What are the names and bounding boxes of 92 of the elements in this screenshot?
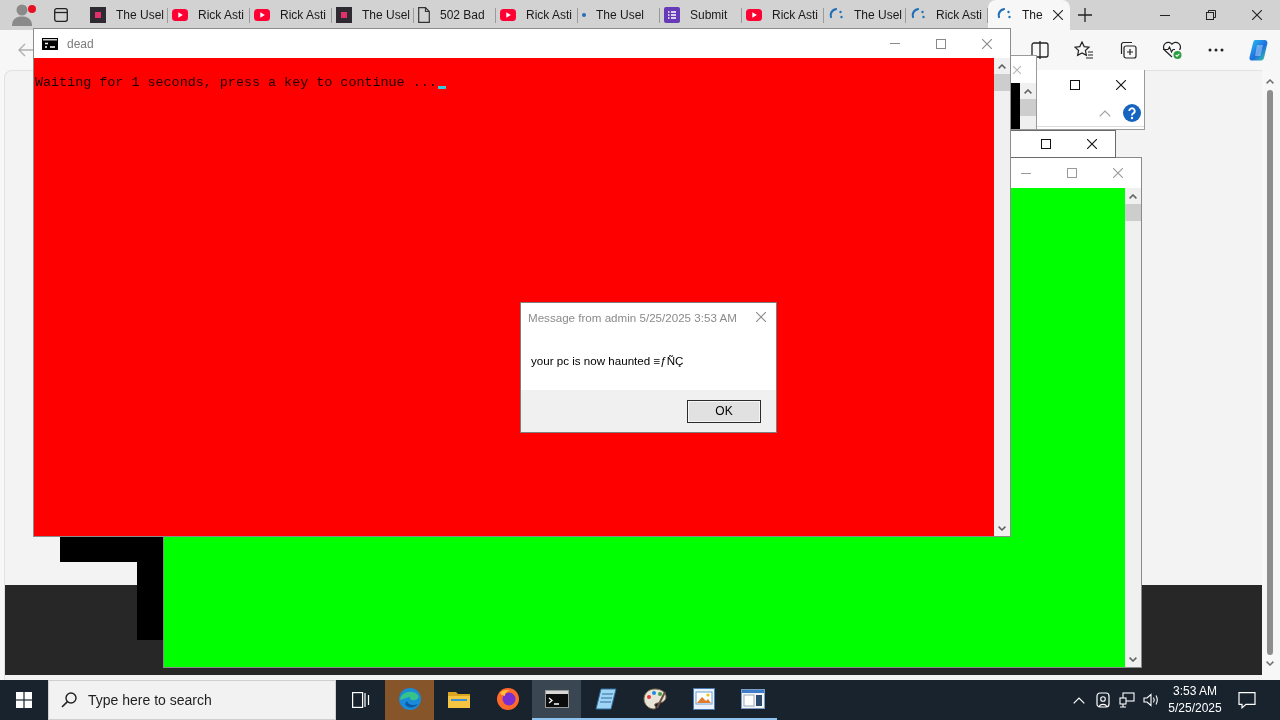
chevron-up-icon <box>1099 109 1111 117</box>
notification-dot-icon <box>28 5 36 13</box>
device-icon <box>1096 692 1110 708</box>
app-window-icon <box>740 689 765 709</box>
close-icon <box>982 38 992 49</box>
caret-down-icon <box>1129 657 1137 662</box>
star-list-icon <box>1074 41 1094 59</box>
scrollbar-thumb[interactable] <box>1125 204 1141 221</box>
browser-tab[interactable]: The Usel <box>578 0 660 30</box>
chevron-up-icon <box>1073 696 1085 704</box>
folder-icon <box>447 690 470 708</box>
scrollbar-thumb[interactable] <box>1267 90 1273 655</box>
dot-icon <box>582 13 586 17</box>
maximize-icon <box>936 38 946 49</box>
square-logo-icon <box>90 7 106 23</box>
play-icon <box>746 9 762 21</box>
ok-button[interactable]: OK <box>687 399 761 423</box>
close-icon <box>1252 10 1262 20</box>
scrollbar-thumb[interactable] <box>994 74 1010 91</box>
browser-tab[interactable]: 502 Bad <box>414 0 496 30</box>
close-icon <box>1013 65 1021 74</box>
browser-tab[interactable]: The Usel <box>824 0 906 30</box>
browser-tab[interactable]: Rick Asti <box>906 0 988 30</box>
browser-tab[interactable]: The Usel <box>332 0 414 30</box>
scrollbar[interactable] <box>1125 188 1141 667</box>
dialog-title: Message from admin 5/25/2025 3:53 AM <box>528 310 737 324</box>
close-icon <box>756 312 766 322</box>
caret-up-icon <box>1266 79 1274 84</box>
minimize-icon <box>890 43 900 44</box>
notepad-icon <box>594 688 617 710</box>
scrollbar[interactable] <box>994 58 1010 536</box>
browser-tab[interactable]: Rick Asti <box>496 0 578 30</box>
windows-logo-icon <box>16 692 32 708</box>
play-icon <box>254 9 270 21</box>
window-content <box>1011 83 1020 129</box>
window-icon <box>54 8 68 22</box>
palette-icon <box>642 688 667 710</box>
person-silhouette-icon <box>12 4 32 26</box>
document-icon <box>418 7 430 23</box>
speaker-icon <box>1142 693 1160 707</box>
task-view-icon <box>351 692 370 708</box>
taskbar-app-button[interactable] <box>532 680 581 720</box>
back-arrow-icon <box>18 43 33 57</box>
browser-icon <box>397 687 422 711</box>
caret-up-icon <box>1129 194 1137 199</box>
caret-up-icon <box>1024 89 1032 94</box>
heart-pulse-icon <box>1162 41 1182 59</box>
notification-icon <box>1238 691 1256 709</box>
picture-icon <box>692 688 715 710</box>
console-icon <box>42 37 58 50</box>
minimize-icon <box>1021 172 1031 174</box>
close-icon <box>1116 80 1126 90</box>
maximize-icon <box>1041 139 1051 149</box>
window-title: dead <box>67 36 94 51</box>
caret-down-icon <box>1266 661 1274 666</box>
browser-tab[interactable]: Submit <box>660 0 742 30</box>
caret-up-icon <box>998 64 1006 69</box>
clock-time: 3:53 AM <box>1173 683 1217 700</box>
maximize-icon <box>1067 168 1077 178</box>
more-icon <box>1208 48 1224 52</box>
console-output: Waiting for 1 seconds, press a key to continue ... <box>35 75 437 91</box>
maximize-icon <box>1070 80 1080 90</box>
browser-tab[interactable]: Rick Asti <box>250 0 332 30</box>
play-icon <box>500 9 516 21</box>
scrollbar-thumb[interactable] <box>1020 99 1036 116</box>
browser-tab[interactable]: Rick Asti <box>168 0 250 30</box>
close-icon <box>1053 10 1064 20</box>
browser-tab[interactable]: The <box>988 0 1070 30</box>
close-icon <box>1113 168 1123 178</box>
scrollbar[interactable] <box>1020 83 1036 129</box>
restore-icon <box>1206 10 1216 20</box>
browser-icon <box>495 687 520 711</box>
close-icon <box>1087 139 1097 149</box>
search-field[interactable]: Type here to search <box>48 680 336 720</box>
minimize-icon <box>1160 14 1170 16</box>
network-icon <box>1119 692 1135 708</box>
search-icon <box>61 692 77 708</box>
square-logo-icon <box>336 7 352 23</box>
caret-down-icon <box>998 526 1006 531</box>
terminal-icon <box>544 690 569 708</box>
play-icon <box>172 9 188 21</box>
dialog-message: your pc is now haunted ≡ƒÑÇ <box>531 354 684 367</box>
split-screen-icon <box>1031 41 1049 59</box>
help-icon <box>1123 104 1141 122</box>
text-cursor-icon <box>437 86 446 89</box>
plus-icon <box>1078 8 1092 22</box>
browser-tab[interactable]: The Usel <box>86 0 168 30</box>
clock[interactable]: 3:53 AM 5/25/2025 <box>1167 680 1223 720</box>
browser-tab[interactable]: Rick Asti <box>742 0 824 30</box>
clock-date: 5/25/2025 <box>1168 700 1222 717</box>
collections-icon <box>1119 41 1137 59</box>
list-icon <box>664 7 680 23</box>
